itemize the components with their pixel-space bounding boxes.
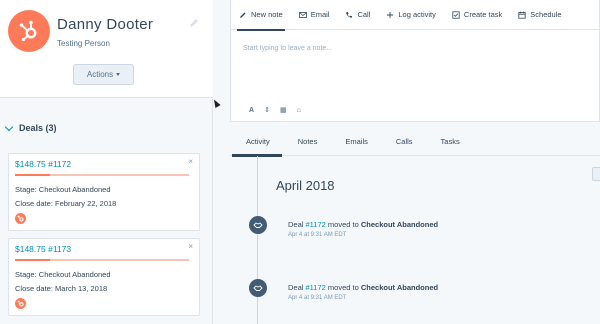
deal-close-date: Close date: February 22, 2018: [15, 199, 116, 208]
deals-header-label: Deals (3): [19, 123, 57, 133]
tab-calls[interactable]: Calls: [382, 128, 427, 156]
actions-label: Actions: [86, 70, 114, 79]
deals-section-toggle[interactable]: Deals (3): [4, 122, 57, 133]
deal-title-link[interactable]: $148.75 #1173: [15, 244, 71, 254]
owner-avatar[interactable]: [15, 298, 26, 309]
tab-label: Call: [357, 10, 371, 19]
actions-dropdown-button[interactable]: Actions: [73, 64, 134, 85]
deal-stage: Stage: Checkout Abandoned: [15, 185, 111, 194]
deal-close-date-value: February 22, 2018: [55, 199, 117, 208]
handshake-icon: [253, 285, 263, 291]
deal-title-link[interactable]: $148.75 #1172: [15, 159, 71, 169]
timeline-line: [257, 156, 258, 324]
task-icon: [452, 10, 460, 19]
main-panel: New note Email Call Log activity Create …: [214, 0, 600, 324]
timeline-event: Deal #1172 moved to Checkout Abandoned A…: [288, 283, 438, 301]
tab-log-activity[interactable]: Log activity: [378, 0, 444, 30]
event-middle: moved to: [325, 220, 361, 229]
event-target-stage: Checkout Abandoned: [360, 220, 439, 229]
timeline-event: Deal #1172 moved to Checkout Abandoned A…: [288, 220, 438, 238]
pencil-icon: [240, 12, 246, 18]
close-icon[interactable]: ×: [188, 157, 193, 166]
template-icon[interactable]: ▦: [280, 106, 287, 114]
tab-notes[interactable]: Notes: [284, 128, 332, 156]
deal-stage-value: Checkout Abandoned: [38, 185, 111, 194]
calendar-icon: [518, 11, 526, 19]
deal-close-date: Close date: March 13, 2018: [15, 284, 107, 293]
event-description: Deal #1172 moved to Checkout Abandoned: [288, 283, 438, 292]
format-toolbar: A ⇕ ▦ ⌂: [249, 106, 301, 115]
activity-tabs: Activity Notes Emails Calls Tasks: [230, 128, 600, 157]
contact-sidebar: Danny Dooter Testing Person Actions Deal…: [0, 0, 213, 324]
tab-email[interactable]: Email: [291, 0, 338, 30]
deal-stage-change-icon: [249, 216, 267, 234]
owner-avatar[interactable]: [15, 213, 26, 224]
deal-stage-label: Stage:: [15, 185, 37, 194]
event-prefix: Deal: [288, 220, 306, 229]
event-timestamp: Apr 4 at 9:31 AM EDT: [288, 295, 347, 301]
caret-down-icon: [116, 73, 121, 76]
sprocket-icon: [19, 20, 37, 42]
event-target-stage: Checkout Abandoned: [360, 283, 439, 292]
tab-label: New note: [251, 10, 283, 19]
deal-link[interactable]: #1172: [306, 220, 326, 229]
event-description: Deal #1172 moved to Checkout Abandoned: [288, 220, 438, 229]
deal-card: $148.75 #1172 × Stage: Checkout Abandone…: [8, 153, 200, 231]
deal-stage-progress: [15, 174, 189, 176]
plus-icon: [387, 11, 394, 18]
deal-stage-change-icon: [249, 279, 267, 297]
tab-label: Schedule: [530, 10, 562, 19]
text-format-icon[interactable]: A: [249, 107, 254, 114]
close-icon[interactable]: ×: [188, 242, 193, 251]
attachment-icon[interactable]: ⇕: [264, 106, 270, 114]
tab-tasks[interactable]: Tasks: [427, 128, 474, 156]
deal-stage-progress: [15, 259, 189, 261]
sprocket-icon: [17, 300, 24, 307]
hubspot-logo-avatar: [8, 10, 50, 52]
tab-emails[interactable]: Emails: [331, 128, 382, 156]
composer-tabs: New note Email Call Log activity Create …: [231, 0, 600, 31]
tab-schedule[interactable]: Schedule: [510, 0, 569, 30]
contact-name: Danny Dooter: [57, 16, 154, 33]
deal-link[interactable]: #1172: [306, 283, 326, 292]
tab-new-note[interactable]: New note: [231, 0, 291, 31]
filter-toggle-button[interactable]: [592, 167, 600, 181]
tab-label: Email: [310, 10, 330, 19]
tab-create-task[interactable]: Create task: [444, 0, 510, 30]
tab-label: Create task: [463, 10, 503, 19]
deal-stage-value: Checkout Abandoned: [38, 270, 111, 279]
timeline-month-heading: April 2018: [276, 178, 335, 193]
deal-close-date-label: Close date:: [15, 284, 53, 293]
deal-stage-progress-fill: [15, 174, 50, 176]
tab-call[interactable]: Call: [337, 0, 378, 30]
tab-label: Log activity: [398, 10, 436, 19]
tab-activity[interactable]: Activity: [230, 128, 284, 157]
envelope-icon: [298, 11, 307, 18]
deal-close-date-label: Close date:: [15, 199, 53, 208]
chevron-down-icon: [4, 122, 14, 131]
phone-icon: [346, 11, 353, 18]
deal-card: $148.75 #1173 × Stage: Checkout Abandone…: [8, 238, 200, 316]
contact-subtitle: Testing Person: [57, 39, 110, 48]
event-middle: moved to: [325, 283, 361, 292]
edit-pencil-icon[interactable]: [189, 18, 199, 28]
deal-stage: Stage: Checkout Abandoned: [15, 270, 111, 279]
contact-profile-card: Danny Dooter Testing Person Actions: [0, 0, 213, 98]
handshake-icon: [253, 222, 263, 228]
deal-close-date-value: March 13, 2018: [55, 284, 108, 293]
sprocket-icon: [17, 215, 24, 222]
note-composer: New note Email Call Log activity Create …: [230, 0, 600, 122]
paperclip-icon[interactable]: ⌂: [297, 107, 301, 114]
event-prefix: Deal: [288, 283, 306, 292]
note-input[interactable]: Start typing to leave a note...: [243, 45, 332, 52]
deal-stage-label: Stage:: [15, 270, 37, 279]
event-timestamp: Apr 4 at 9:31 AM EDT: [288, 232, 347, 238]
deal-stage-progress-fill: [15, 259, 50, 261]
